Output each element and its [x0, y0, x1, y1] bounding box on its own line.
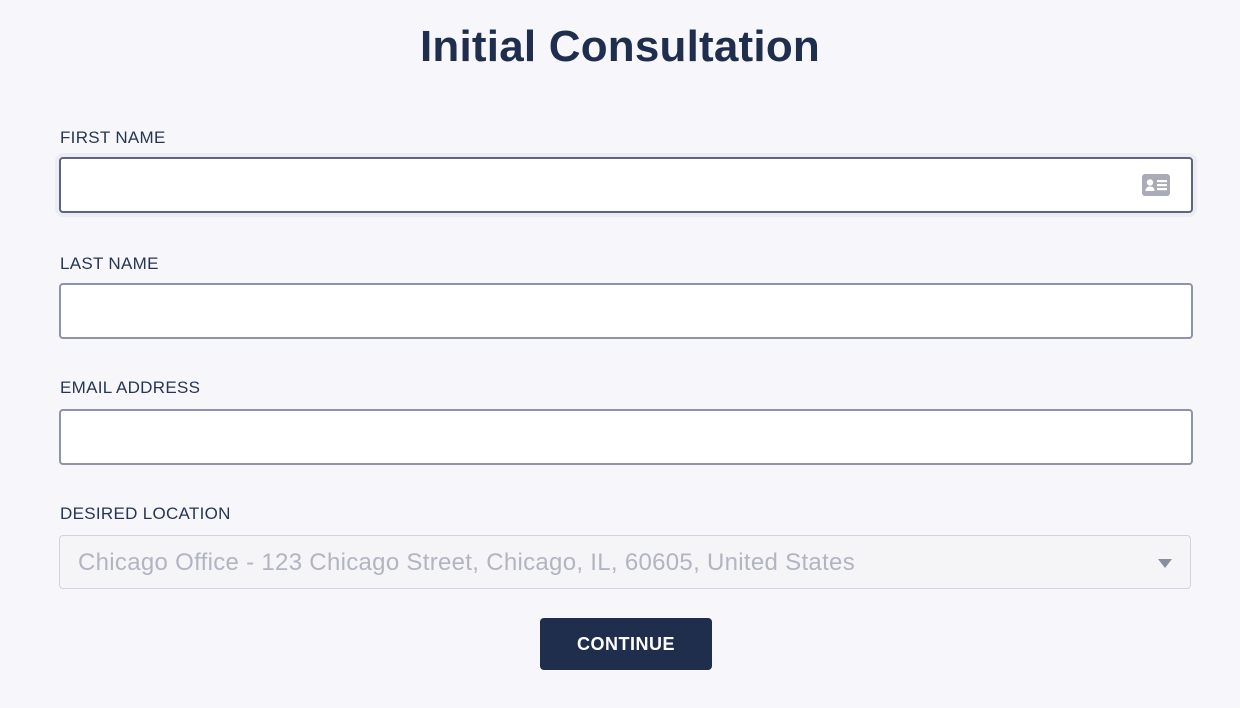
- consultation-page: Initial Consultation FIRST NAME LAST NAM…: [0, 0, 1240, 708]
- chevron-down-icon: [1158, 559, 1172, 568]
- contact-card-icon[interactable]: [1141, 173, 1171, 197]
- first-name-input[interactable]: [59, 157, 1193, 213]
- location-selected-value: Chicago Office - 123 Chicago Street, Chi…: [78, 549, 855, 576]
- continue-button[interactable]: CONTINUE: [540, 618, 712, 670]
- last-name-input[interactable]: [59, 283, 1193, 339]
- page-title: Initial Consultation: [420, 22, 820, 71]
- location-select[interactable]: Chicago Office - 123 Chicago Street, Chi…: [59, 535, 1191, 589]
- first-name-label: FIRST NAME: [60, 128, 166, 147]
- email-label: EMAIL ADDRESS: [60, 378, 201, 397]
- location-label: DESIRED LOCATION: [60, 504, 231, 523]
- email-input[interactable]: [59, 409, 1193, 465]
- last-name-label: LAST NAME: [60, 254, 159, 273]
